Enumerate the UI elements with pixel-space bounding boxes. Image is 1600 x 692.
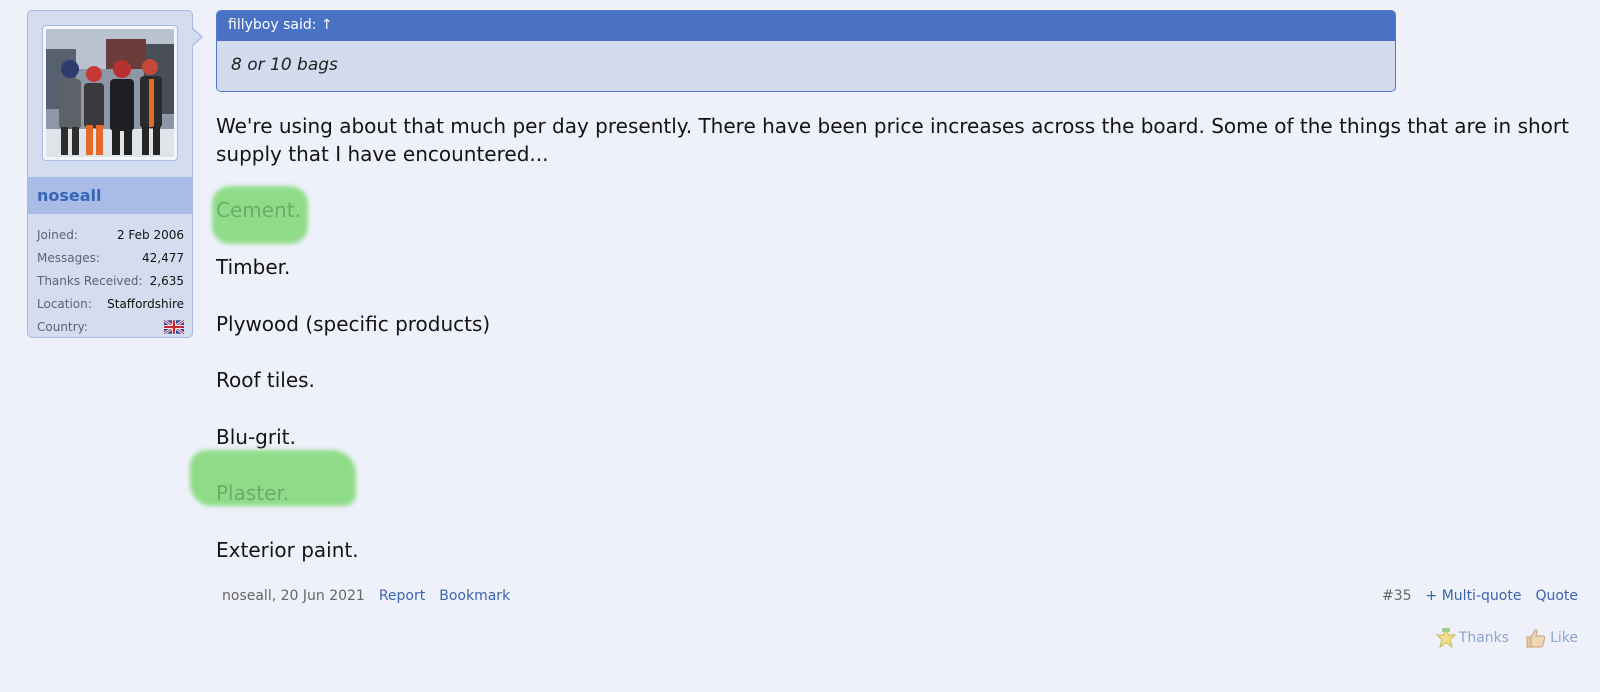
user-stats: Joined: 2 Feb 2006 Messages: 42,477 Than… <box>37 223 184 338</box>
avatar-frame[interactable] <box>42 25 178 161</box>
multi-quote-link[interactable]: + Multi-quote <box>1426 588 1522 604</box>
message-line: Exterior paint. <box>216 538 359 562</box>
stat-label: Location: <box>37 296 92 311</box>
reaction-bar: Thanks Like <box>1435 627 1578 649</box>
message-line: Plaster. <box>216 481 290 505</box>
stat-label: Thanks Received: <box>37 273 143 288</box>
stat-thanks-received: Thanks Received: 2,635 <box>37 269 184 292</box>
quote-block: fillyboy said: ↑ 8 or 10 bags <box>216 10 1396 92</box>
card-pointer <box>191 27 203 47</box>
stat-location: Location: Staffordshire <box>37 292 184 315</box>
post-footer-right: #35 + Multi-quote Quote <box>1382 588 1578 604</box>
user-info-card: noseall Joined: 2 Feb 2006 Messages: 42,… <box>27 10 203 338</box>
thanks-label: Thanks <box>1458 630 1510 646</box>
thanks-button[interactable]: Thanks <box>1435 627 1510 649</box>
message-intro: We're using about that much per day pres… <box>216 114 1569 166</box>
post-footer-left: noseall, 20 Jun 2021 Report Bookmark <box>222 588 510 604</box>
uk-flag-icon <box>164 319 184 334</box>
post-byline[interactable]: noseall, 20 Jun 2021 <box>222 588 365 604</box>
stat-label: Country: <box>37 319 88 334</box>
stat-label: Messages: <box>37 250 100 265</box>
message-body: We're using about that much per day pres… <box>216 112 1576 168</box>
quote-link[interactable]: Quote <box>1535 588 1578 604</box>
stat-label: Joined: <box>37 227 78 242</box>
stat-value: Staffordshire <box>107 296 184 311</box>
message-line: Plywood (specific products) <box>216 312 491 336</box>
quote-header[interactable]: fillyboy said: ↑ <box>217 11 1395 41</box>
quote-text: 8 or 10 bags <box>231 55 338 75</box>
like-button[interactable]: Like <box>1525 628 1578 648</box>
message-line: Timber. <box>216 255 291 279</box>
star-icon <box>1435 627 1456 649</box>
stat-country: Country: <box>37 315 184 338</box>
stat-messages: Messages: 42,477 <box>37 246 184 269</box>
bookmark-link[interactable]: Bookmark <box>439 588 510 604</box>
like-label: Like <box>1550 630 1578 646</box>
avatar[interactable] <box>46 29 174 157</box>
stat-joined: Joined: 2 Feb 2006 <box>37 223 184 246</box>
message-line: Cement. <box>216 198 301 222</box>
thumbs-up-icon <box>1526 629 1546 648</box>
stat-value: 2 Feb 2006 <box>116 227 184 242</box>
post-number[interactable]: #35 <box>1382 588 1412 604</box>
message-line: Roof tiles. <box>216 368 315 392</box>
stat-value[interactable]: 42,477 <box>142 251 184 265</box>
username-bar: noseall <box>28 177 192 214</box>
username-link[interactable]: noseall <box>37 186 102 205</box>
message-line: Blu-grit. <box>216 425 296 449</box>
report-link[interactable]: Report <box>379 588 425 604</box>
stat-value: 2,635 <box>149 273 184 288</box>
